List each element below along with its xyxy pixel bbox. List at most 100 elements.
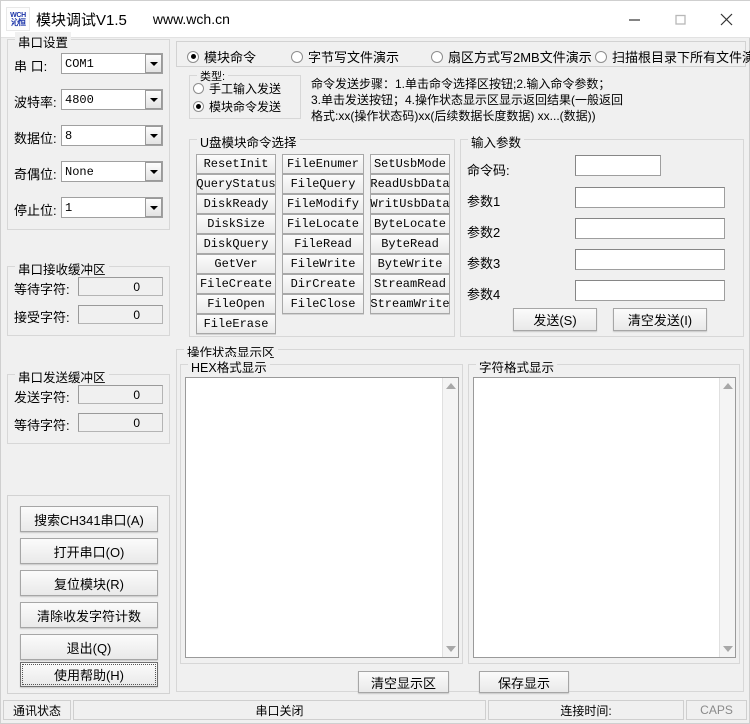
open-port-button[interactable]: 打开串口(O): [20, 538, 158, 564]
send-button[interactable]: 发送(S): [513, 308, 597, 331]
logo-line2: 沁恒: [11, 19, 25, 27]
window-controls: [611, 1, 749, 37]
scroll-up-icon[interactable]: [720, 378, 735, 394]
cmd-dircreate-button[interactable]: DirCreate: [282, 274, 364, 294]
title-bar: WCH 沁恒 模块调试V1.5 www.wch.cn: [1, 1, 750, 38]
serial-settings-group: 串口设置 串 口: COM1 波特率: 4800 数据位: 8 奇偶位: Non…: [7, 39, 170, 230]
exit-button[interactable]: 退出(Q): [20, 634, 158, 660]
cmd-readusbdata-button[interactable]: ReadUsbData: [370, 174, 450, 194]
cmd-byteread-button[interactable]: ByteRead: [370, 234, 450, 254]
radio-sector-write-demo-label: 扇区方式写2MB文件演示: [448, 47, 592, 66]
port-label: 串 口:: [14, 56, 47, 75]
port-combo[interactable]: COM1: [61, 53, 163, 74]
status-bar: 通讯状态 串口关闭 连接时间: CAPS: [3, 699, 749, 721]
radio-scan-root-demo[interactable]: 扫描根目录下所有文件演示: [595, 47, 750, 66]
char-display-area[interactable]: [473, 377, 736, 658]
hex-display-content[interactable]: [186, 378, 442, 657]
save-display-button[interactable]: 保存显示: [479, 671, 569, 693]
window-title: 模块调试V1.5: [36, 9, 127, 30]
databits-combo[interactable]: 8: [61, 125, 163, 146]
reset-module-button[interactable]: 复位模块(R): [20, 570, 158, 596]
chevron-down-icon[interactable]: [145, 90, 162, 109]
cmd-filemodify-button[interactable]: FileModify: [282, 194, 364, 214]
serial-settings-legend: 串口设置: [15, 32, 71, 51]
cmd-getver-button[interactable]: GetVer: [196, 254, 276, 274]
hex-display-legend: HEX格式显示: [188, 357, 270, 376]
recv-waiting-value: 0: [78, 277, 163, 296]
radio-module-command-send[interactable]: 模块命令发送: [193, 98, 281, 115]
parity-label: 奇偶位:: [14, 164, 57, 183]
cmd-fileclose-button[interactable]: FileClose: [282, 294, 364, 314]
cmd-bytelocate-button[interactable]: ByteLocate: [370, 214, 450, 234]
param2-input[interactable]: [575, 218, 725, 239]
param3-input[interactable]: [575, 249, 725, 270]
baudrate-combo[interactable]: 4800: [61, 89, 163, 110]
clear-display-button[interactable]: 清空显示区: [358, 671, 449, 693]
char-display-group: 字符格式显示: [468, 364, 740, 664]
param4-input[interactable]: [575, 280, 725, 301]
cmd-filecreate-button[interactable]: FileCreate: [196, 274, 276, 294]
minimize-icon[interactable]: [611, 1, 657, 37]
receive-buffer-group: 串口接收缓冲区 等待字符: 0 接受字符: 0: [7, 266, 170, 336]
cmd-resetinit-button[interactable]: ResetInit: [196, 154, 276, 174]
cmd-filequery-button[interactable]: FileQuery: [282, 174, 364, 194]
scroll-up-icon[interactable]: [443, 378, 458, 394]
char-display-content[interactable]: [474, 378, 719, 657]
radio-manual-input-send[interactable]: 手工输入发送: [193, 80, 281, 97]
command-code-input[interactable]: [575, 155, 661, 176]
databits-value: 8: [62, 129, 145, 143]
scroll-down-icon[interactable]: [720, 641, 735, 657]
receive-buffer-legend: 串口接收缓冲区: [15, 259, 109, 278]
hex-display-area[interactable]: [185, 377, 459, 658]
cmd-bytewrite-button[interactable]: ByteWrite: [370, 254, 450, 274]
cmd-writusbdata-button[interactable]: WritUsbData: [370, 194, 450, 214]
param2-label: 参数2: [467, 222, 500, 241]
radio-dot-icon: [193, 83, 204, 94]
cmd-setusbmode-button[interactable]: SetUsbMode: [370, 154, 450, 174]
radio-module-command[interactable]: 模块命令: [187, 47, 256, 66]
chevron-down-icon[interactable]: [145, 54, 162, 73]
help-button[interactable]: 使用帮助(H): [20, 662, 158, 687]
clear-counters-button[interactable]: 清除收发字符计数: [20, 602, 158, 628]
param1-input[interactable]: [575, 187, 725, 208]
maximize-icon[interactable]: [657, 1, 703, 37]
close-icon[interactable]: [703, 1, 749, 37]
chevron-down-icon[interactable]: [145, 162, 162, 181]
search-ch341-port-button[interactable]: 搜索CH341串口(A): [20, 506, 158, 532]
parity-combo[interactable]: None: [61, 161, 163, 182]
cmd-disksize-button[interactable]: DiskSize: [196, 214, 276, 234]
hex-display-group: HEX格式显示: [180, 364, 463, 664]
cmd-filelocate-button[interactable]: FileLocate: [282, 214, 364, 234]
cmd-diskquery-button[interactable]: DiskQuery: [196, 234, 276, 254]
cmd-fileenumer-button[interactable]: FileEnumer: [282, 154, 364, 174]
param3-label: 参数3: [467, 253, 500, 272]
radio-byte-write-demo[interactable]: 字节写文件演示: [291, 47, 399, 66]
char-display-scrollbar[interactable]: [719, 378, 735, 657]
stopbits-value: 1: [62, 201, 145, 215]
clear-send-button[interactable]: 清空发送(I): [613, 308, 707, 331]
scroll-down-icon[interactable]: [443, 641, 458, 657]
cmd-fileread-button[interactable]: FileRead: [282, 234, 364, 254]
cmd-querystatus-button[interactable]: QueryStatus: [196, 174, 276, 194]
status-comm-label: 通讯状态: [3, 700, 71, 720]
radio-scan-root-demo-label: 扫描根目录下所有文件演示: [612, 47, 750, 66]
radio-sector-write-demo[interactable]: 扇区方式写2MB文件演示: [431, 47, 592, 66]
cmd-fileerase-button[interactable]: FileErase: [196, 314, 276, 334]
chevron-down-icon[interactable]: [145, 198, 162, 217]
stopbits-combo[interactable]: 1: [61, 197, 163, 218]
chevron-down-icon[interactable]: [145, 126, 162, 145]
param1-label: 参数1: [467, 191, 500, 210]
cmd-diskready-button[interactable]: DiskReady: [196, 194, 276, 214]
send-waiting-label: 等待字符:: [14, 415, 70, 434]
cmd-streamwrite-button[interactable]: StreamWrite: [370, 294, 450, 314]
hex-display-scrollbar[interactable]: [442, 378, 458, 657]
wch-logo-icon: WCH 沁恒: [6, 7, 30, 31]
cmd-fileopen-button[interactable]: FileOpen: [196, 294, 276, 314]
param4-label: 参数4: [467, 284, 500, 303]
radio-dot-icon: [595, 51, 607, 63]
instructions-text: 命令发送步骤：1.单击命令选择区按钮;2.输入命令参数； 3.单击发送按钮；4.…: [311, 77, 743, 124]
cmd-filewrite-button[interactable]: FileWrite: [282, 254, 364, 274]
recv-received-label: 接受字符:: [14, 307, 70, 326]
port-value: COM1: [62, 57, 145, 71]
cmd-streamread-button[interactable]: StreamRead: [370, 274, 450, 294]
